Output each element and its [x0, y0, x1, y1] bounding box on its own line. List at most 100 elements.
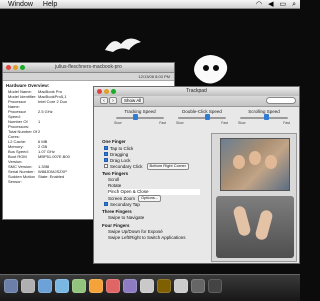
trackpad-titlebar: Trackpad: [94, 87, 299, 96]
profile-date: 12/13/08 8:03 PM: [138, 74, 170, 79]
dashboard-icon[interactable]: [21, 279, 35, 293]
hardware-value: 2.5 GHz: [38, 109, 53, 114]
safari-icon[interactable]: [55, 279, 69, 293]
status-area: ◠ ◀ ▭ ⌕: [256, 0, 300, 9]
swipe-switch-apps-option[interactable]: Swipe Left/Right to Switch Applications: [108, 235, 192, 241]
close-button[interactable]: [97, 89, 102, 94]
slow-label: Slow: [176, 121, 184, 125]
one-finger-heading: One Finger: [102, 139, 126, 144]
secondary-tap-option[interactable]: Secondary Tap: [104, 201, 192, 207]
minimize-button[interactable]: [104, 89, 109, 94]
window-title: julius-fleschners-macbook-pro: [55, 64, 122, 70]
wallpaper-bird-shape: [105, 38, 141, 52]
hardware-key: Processor Speed:: [8, 109, 27, 119]
photo-person: [265, 155, 277, 169]
window-title: Trackpad: [186, 88, 207, 94]
minimize-button[interactable]: [13, 65, 18, 70]
finger-illustration: [254, 208, 274, 242]
hardware-key: Processor Name:: [8, 99, 27, 109]
chevron-right-icon: ›: [112, 98, 114, 104]
iphoto-icon[interactable]: [140, 279, 154, 293]
swipe-to-navigate-option[interactable]: Swipe to Navigate: [108, 215, 192, 221]
finder-icon[interactable]: [4, 279, 18, 293]
menu-window[interactable]: Window: [8, 0, 33, 9]
itunes-icon[interactable]: [123, 279, 137, 293]
drag-lock-checkbox[interactable]: [104, 158, 108, 162]
photo-person: [233, 155, 245, 169]
system-profiler-toolbar: 12/13/08 8:03 PM: [3, 73, 174, 81]
wallpaper-blob-shape: [194, 55, 228, 84]
hardware-key: Total Number Of Cores:: [8, 129, 38, 139]
double-click-speed-slider[interactable]: [178, 114, 226, 120]
dragging-checkbox[interactable]: [104, 152, 108, 156]
three-fingers-heading: Three Fingers: [102, 209, 132, 214]
volume-icon[interactable]: ◀: [268, 0, 273, 9]
screen-zoom-label: Screen Zoom: [108, 195, 136, 201]
show-all-button[interactable]: Show All: [121, 97, 145, 104]
gesture-options: One Finger Tap to Click Dragging Drag Lo…: [102, 137, 200, 241]
fast-label: Fast: [159, 121, 166, 125]
tracking-speed-thumb[interactable]: [133, 114, 139, 120]
trackpad-illustration: [216, 196, 294, 258]
secondary-click-select[interactable]: Bottom Right Corner: [146, 162, 189, 170]
tap-to-click-label: Tap to Click: [110, 145, 134, 151]
secondary-click-option[interactable]: Secondary Click Bottom Right Corner: [104, 162, 192, 170]
hardware-key: Number Of Processors:: [8, 119, 30, 129]
double-click-speed-thumb[interactable]: [204, 114, 210, 120]
mail-icon[interactable]: [38, 279, 52, 293]
tracking-speed-slider-group: Tracking Speed Slow Fast: [112, 109, 168, 125]
imovie-icon[interactable]: [157, 279, 171, 293]
slow-label: Slow: [238, 121, 246, 125]
preferences-icon[interactable]: [174, 279, 188, 293]
search-input[interactable]: [266, 97, 296, 104]
secondary-tap-label: Secondary Tap: [110, 201, 140, 207]
hardware-value: MBP51.007E.B00: [38, 154, 70, 159]
fast-label: Fast: [221, 121, 228, 125]
wifi-icon[interactable]: ◠: [256, 0, 262, 9]
preferences-toolbar: ‹ › Show All: [94, 96, 299, 107]
fast-label: Fast: [283, 121, 290, 125]
hardware-key: Boot ROM Version:: [8, 154, 27, 164]
back-button[interactable]: ‹: [100, 97, 108, 104]
terminal-icon[interactable]: [191, 279, 205, 293]
zoom-button[interactable]: [20, 65, 25, 70]
chevron-left-icon: ‹: [103, 98, 105, 104]
tap-to-click-checkbox[interactable]: [104, 146, 108, 150]
spotlight-icon[interactable]: ⌕: [292, 0, 296, 9]
hardware-value: 1: [38, 119, 41, 124]
dock: [0, 274, 300, 301]
trash-icon[interactable]: [208, 279, 222, 293]
battery-icon[interactable]: ▭: [279, 0, 286, 9]
tracking-speed-label: Tracking Speed: [124, 109, 156, 114]
gesture-preview-panel: [211, 133, 297, 262]
zoom-button[interactable]: [111, 89, 116, 94]
forward-button[interactable]: ›: [109, 97, 117, 104]
close-button[interactable]: [6, 65, 11, 70]
hardware-key: Sudden Motion Sensor:: [8, 174, 35, 184]
hardware-value: 2: [38, 129, 41, 134]
hardware-value: Intel Core 2 Duo: [38, 99, 68, 104]
options-button[interactable]: Options...: [138, 194, 162, 202]
secondary-tap-checkbox[interactable]: [104, 202, 108, 206]
secondary-click-checkbox[interactable]: [104, 164, 108, 168]
ical-icon[interactable]: [106, 279, 120, 293]
four-fingers-heading: Four Fingers: [102, 223, 130, 228]
ichat-icon[interactable]: [72, 279, 86, 293]
menu-help[interactable]: Help: [43, 0, 57, 9]
system-profiler-titlebar: julius-fleschners-macbook-pro: [3, 63, 174, 73]
secondary-click-label: Secondary Click: [110, 163, 143, 169]
address-book-icon[interactable]: [89, 279, 103, 293]
double-click-speed-label: Double-Click Speed: [182, 109, 222, 114]
scrolling-speed-slider-group: Scrolling Speed Slow Fast: [236, 109, 292, 125]
menu-bar: Window Help ◠ ◀ ▭ ⌕: [0, 0, 300, 9]
double-click-speed-slider-group: Double-Click Speed Slow Fast: [174, 109, 230, 125]
dock-icons: [4, 279, 222, 293]
hardware-value: State: Enabled: [38, 174, 65, 179]
drag-lock-label: Drag Lock: [110, 157, 131, 163]
tracking-speed-slider[interactable]: [116, 114, 164, 120]
trackpad-preferences-window: Trackpad ‹ › Show All Tracking Speed Slo…: [93, 86, 300, 264]
speed-sliders: Tracking Speed Slow Fast Double-Click Sp…: [104, 109, 298, 131]
scrolling-speed-thumb[interactable]: [264, 114, 270, 120]
slow-label: Slow: [114, 121, 122, 125]
scrolling-speed-slider[interactable]: [240, 114, 288, 120]
